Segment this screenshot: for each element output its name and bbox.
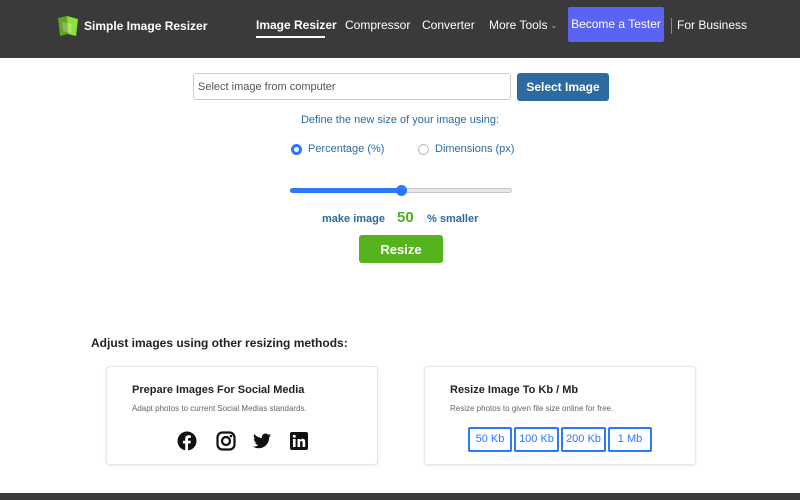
active-nav-underline	[256, 36, 325, 38]
define-size-text: Define the new size of your image using:	[300, 114, 500, 126]
nav-compressor[interactable]: Compressor	[345, 18, 410, 32]
make-image-suffix: % smaller	[427, 213, 479, 225]
make-image-value: 50	[397, 209, 414, 226]
facebook-icon[interactable]	[177, 431, 197, 451]
make-image-label: make image	[322, 213, 385, 225]
size-200kb-button[interactable]: 200 Kb	[561, 427, 606, 452]
instagram-icon[interactable]	[216, 431, 236, 451]
logo-icon[interactable]	[58, 16, 78, 36]
radio-dimensions[interactable]: Dimensions (px)	[418, 143, 514, 155]
radio-unchecked-indicator	[418, 143, 429, 155]
radio-checked-indicator	[291, 143, 302, 155]
nav-for-business[interactable]: For Business	[677, 18, 747, 32]
radio-dimensions-label: Dimensions (px)	[435, 143, 515, 155]
twitter-icon[interactable]	[253, 433, 271, 449]
social-media-card[interactable]: Prepare Images For Social Media Adapt ph…	[106, 366, 378, 465]
nav-more-tools[interactable]: More Tools ⌄	[489, 18, 557, 32]
percentage-slider-thumb[interactable]	[395, 185, 407, 196]
select-image-button[interactable]: Select Image	[517, 73, 609, 101]
social-card-title: Prepare Images For Social Media	[132, 384, 305, 396]
size-1mb-button[interactable]: 1 Mb	[608, 427, 652, 452]
social-card-description: Adapt photos to current Social Medias st…	[132, 404, 307, 413]
nav-more-tools-label: More Tools	[489, 18, 548, 32]
linkedin-icon[interactable]	[289, 431, 309, 451]
resize-to-kb-card[interactable]: Resize Image To Kb / Mb Resize photos to…	[424, 366, 696, 465]
size-100kb-button[interactable]: 100 Kb	[514, 427, 559, 452]
other-methods-heading: Adjust images using other resizing metho…	[91, 336, 348, 350]
become-tester-button[interactable]: Become a Tester	[568, 7, 664, 42]
nav-divider	[671, 18, 672, 34]
brand-name[interactable]: Simple Image Resizer	[84, 19, 207, 33]
footer-bar	[0, 493, 800, 500]
top-header: Simple Image Resizer Image Resizer Compr…	[0, 0, 800, 58]
percentage-slider-fill	[290, 188, 401, 193]
kb-card-description: Resize photos to given file size online …	[450, 404, 614, 413]
nav-image-resizer[interactable]: Image Resizer	[256, 18, 337, 32]
radio-percentage[interactable]: Percentage (%)	[291, 143, 384, 155]
kb-card-title: Resize Image To Kb / Mb	[450, 384, 579, 396]
nav-converter[interactable]: Converter	[422, 18, 475, 32]
file-path-input[interactable]	[193, 73, 511, 100]
radio-percentage-label: Percentage (%)	[308, 143, 385, 155]
resize-button[interactable]: Resize	[359, 235, 443, 263]
size-50kb-button[interactable]: 50 Kb	[468, 427, 512, 452]
chevron-down-icon: ⌄	[550, 21, 558, 30]
